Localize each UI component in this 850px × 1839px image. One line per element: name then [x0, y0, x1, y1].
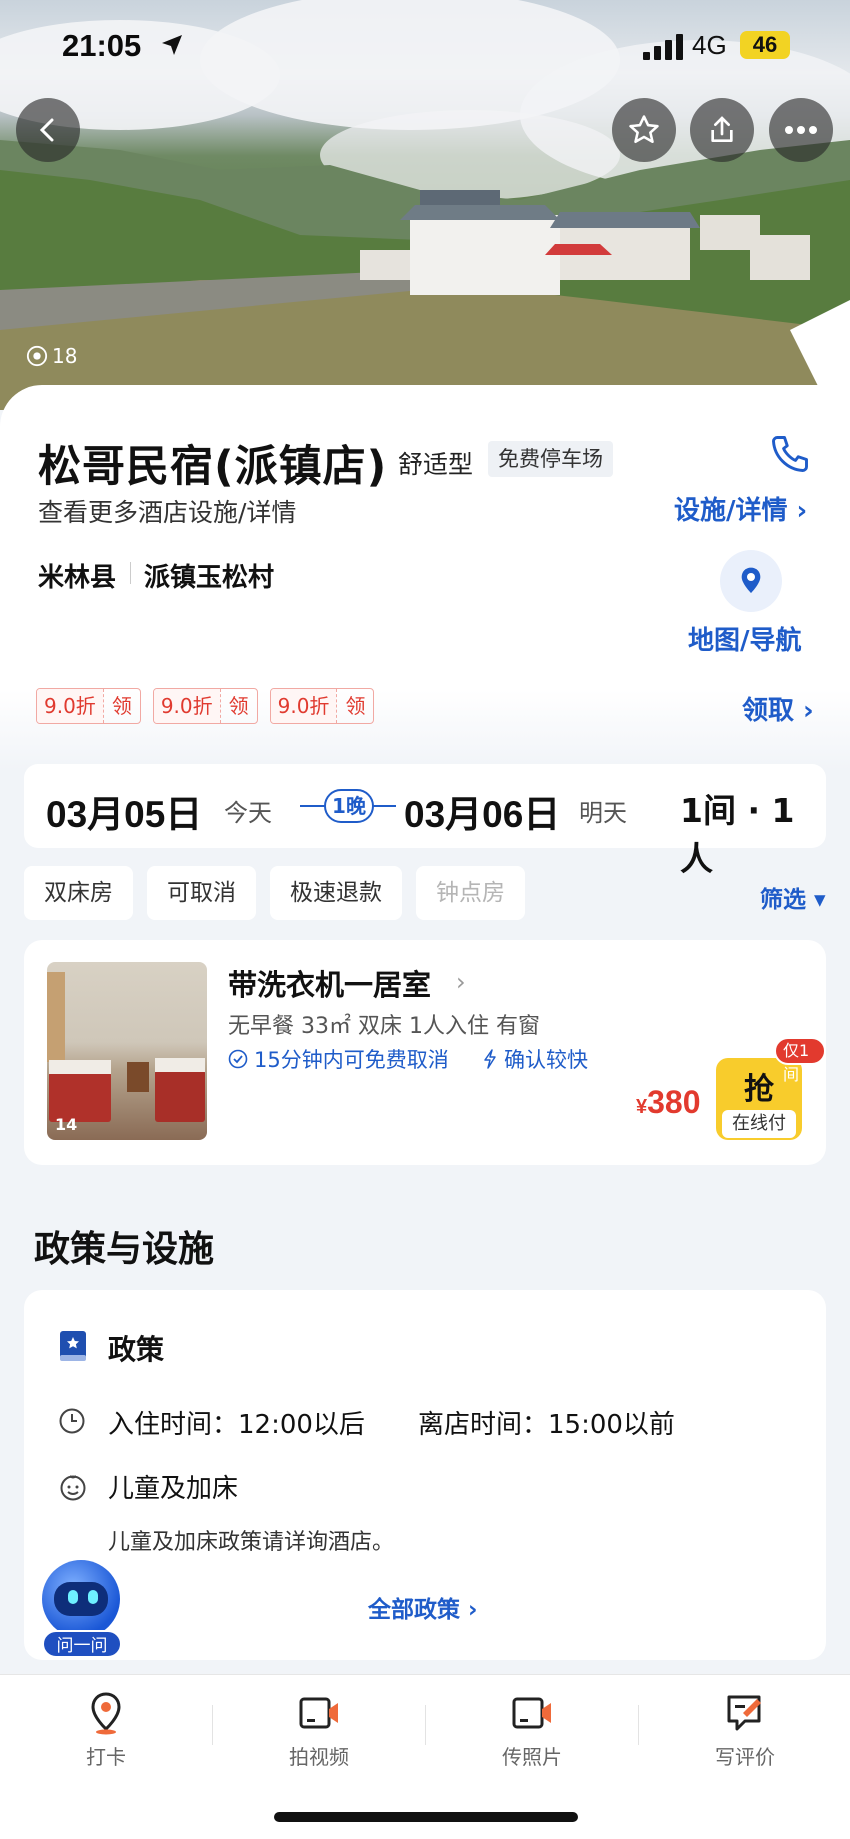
phone-icon[interactable]: [768, 432, 812, 476]
coupon-discount: 9.0折: [153, 689, 220, 723]
room-specs: 无早餐 33㎡ 双床 1人入住 有窗: [228, 1014, 540, 1039]
filter-cancellable[interactable]: 可取消: [147, 866, 256, 920]
nights-badge: 1晚: [300, 788, 396, 824]
coupon-claim: 领: [219, 689, 257, 723]
back-button[interactable]: [16, 98, 80, 162]
policy-book-icon: [60, 1331, 86, 1361]
tab-write-review[interactable]: 写评价: [639, 1689, 850, 1770]
check-circle-icon: [228, 1049, 248, 1069]
photo-count[interactable]: 18: [26, 344, 77, 368]
chevron-left-icon: [39, 118, 54, 142]
only-one-left-badge: 仅1间: [774, 1037, 826, 1084]
hotel-cover-photo[interactable]: 21:05 4G 46 18: [0, 0, 850, 410]
facility-details-link[interactable]: 设施/详情 ›: [674, 490, 807, 527]
checkout-date[interactable]: 03月06日: [404, 784, 560, 838]
cellular-signal-icon: [643, 34, 683, 60]
nights-count: 1晚: [324, 789, 374, 823]
assistant-label: 问一问: [42, 1630, 122, 1658]
hotel-type: 舒适型: [398, 450, 474, 479]
star-icon: [629, 115, 659, 144]
child-face-icon: [60, 1475, 86, 1501]
checkout-day-label: 明天: [579, 799, 627, 827]
photo-count-value: 18: [52, 344, 78, 368]
coupon[interactable]: 9.0折领: [269, 688, 375, 724]
status-time: 21:05: [62, 28, 142, 63]
coupon[interactable]: 9.0折领: [36, 688, 141, 724]
price-currency: ¥: [636, 1096, 648, 1118]
child-policy-text: 儿童及加床政策请详询酒店。: [108, 1530, 395, 1555]
coupon[interactable]: 9.0折领: [152, 688, 258, 724]
all-policies-link[interactable]: 全部政策 ›: [368, 1590, 478, 1624]
more-facilities-text[interactable]: 查看更多酒店设施/详情: [38, 493, 296, 529]
room-photo[interactable]: 14: [47, 962, 207, 1140]
write-review-icon: [727, 1695, 761, 1731]
map-navigation-link[interactable]: 地图/导航: [688, 620, 802, 657]
filter-fast-refund[interactable]: 极速退款: [270, 866, 402, 920]
tab-label: 打卡: [86, 1745, 126, 1769]
tab-label: 写评价: [715, 1745, 775, 1769]
share-icon: [711, 116, 733, 142]
quick-confirm-note: 确认较快: [482, 1044, 588, 1074]
share-button[interactable]: [690, 98, 754, 162]
hotel-name: 松哥民宿(派镇店): [38, 442, 388, 492]
ask-assistant-button[interactable]: 问一问: [38, 1560, 124, 1660]
policy-heading: 政策: [108, 1333, 165, 1366]
claim-coupons-link[interactable]: 领取 ›: [742, 690, 814, 727]
more-button[interactable]: [769, 98, 833, 162]
coupon-claim: 领: [336, 689, 373, 723]
address-divider: [130, 562, 131, 584]
room-price: ¥380: [636, 1084, 701, 1121]
date-selector[interactable]: 03月05日 今天 1晚 03月06日 明天 1间 · 1人: [24, 764, 826, 878]
room-filter-chips: 双床房 可取消 极速退款 钟点房: [24, 866, 525, 920]
pay-online-label: 在线付: [722, 1110, 796, 1138]
map-pin-icon: [741, 567, 761, 593]
checkin-day-label: 今天: [224, 799, 272, 827]
rooms-guests-selector[interactable]: 1间 · 1人: [680, 784, 826, 880]
tab-label: 拍视频: [289, 1745, 349, 1769]
battery-indicator: 46: [740, 31, 790, 59]
free-cancel-text: 15分钟内可免费取消: [254, 1048, 449, 1072]
camera-icon: [26, 345, 48, 367]
policy-section-title: 政策与设施: [34, 1229, 215, 1270]
checkout-time: 离店时间：15:00以前: [418, 1410, 675, 1440]
map-button[interactable]: [720, 550, 782, 612]
room-name[interactable]: 带洗衣机一居室: [228, 962, 431, 1004]
checkin-time: 入住时间：12:00以后: [108, 1410, 365, 1440]
location-pin-icon: [91, 1692, 121, 1735]
child-policy-heading: 儿童及加床: [108, 1474, 239, 1504]
network-type: 4G: [692, 30, 727, 60]
clock-icon: [59, 1408, 85, 1434]
favorite-button[interactable]: [612, 98, 676, 162]
coupon-list: 9.0折领 9.0折领 9.0折领: [36, 688, 375, 724]
tab-label: 传照片: [502, 1745, 562, 1769]
price-value: 380: [647, 1084, 701, 1120]
hotel-address[interactable]: 派镇玉松村: [144, 557, 274, 594]
tab-checkin-spot[interactable]: 打卡: [0, 1689, 212, 1770]
room-photo-count: 14: [55, 1115, 78, 1134]
free-parking-tag: 免费停车场: [488, 441, 613, 477]
video-icon: [299, 1697, 338, 1729]
coupon-discount: 9.0折: [37, 689, 103, 723]
status-bar: 21:05 4G 46: [0, 0, 850, 100]
free-cancel-note: 15分钟内可免费取消: [228, 1044, 449, 1074]
filter-hourly-room[interactable]: 钟点房: [416, 866, 525, 920]
location-arrow-icon: [162, 35, 182, 55]
policy-card: 政策 入住时间：12:00以后 离店时间：15:00以前 儿童及加床 儿童及加床…: [24, 1290, 826, 1660]
lightning-icon: [484, 1049, 496, 1069]
coupon-claim: 领: [102, 689, 140, 723]
filter-button[interactable]: 筛选 ▾: [760, 880, 826, 914]
home-indicator: [274, 1812, 578, 1822]
tab-upload-photo[interactable]: 传照片: [426, 1689, 638, 1770]
tab-shoot-video[interactable]: 拍视频: [213, 1689, 425, 1770]
quick-confirm-text: 确认较快: [504, 1048, 588, 1072]
room-card[interactable]: 14 带洗衣机一居室 › 无早餐 33㎡ 双床 1人入住 有窗 15分钟内可免费…: [24, 940, 826, 1165]
hotel-district: 米林县: [38, 563, 117, 593]
coupon-discount: 9.0折: [270, 689, 337, 723]
filter-twin-bed[interactable]: 双床房: [24, 866, 133, 920]
checkin-date[interactable]: 03月05日: [46, 784, 202, 838]
chevron-right-icon: ›: [456, 968, 466, 996]
more-dots-icon: [785, 126, 817, 134]
photo-upload-icon: [512, 1697, 551, 1729]
